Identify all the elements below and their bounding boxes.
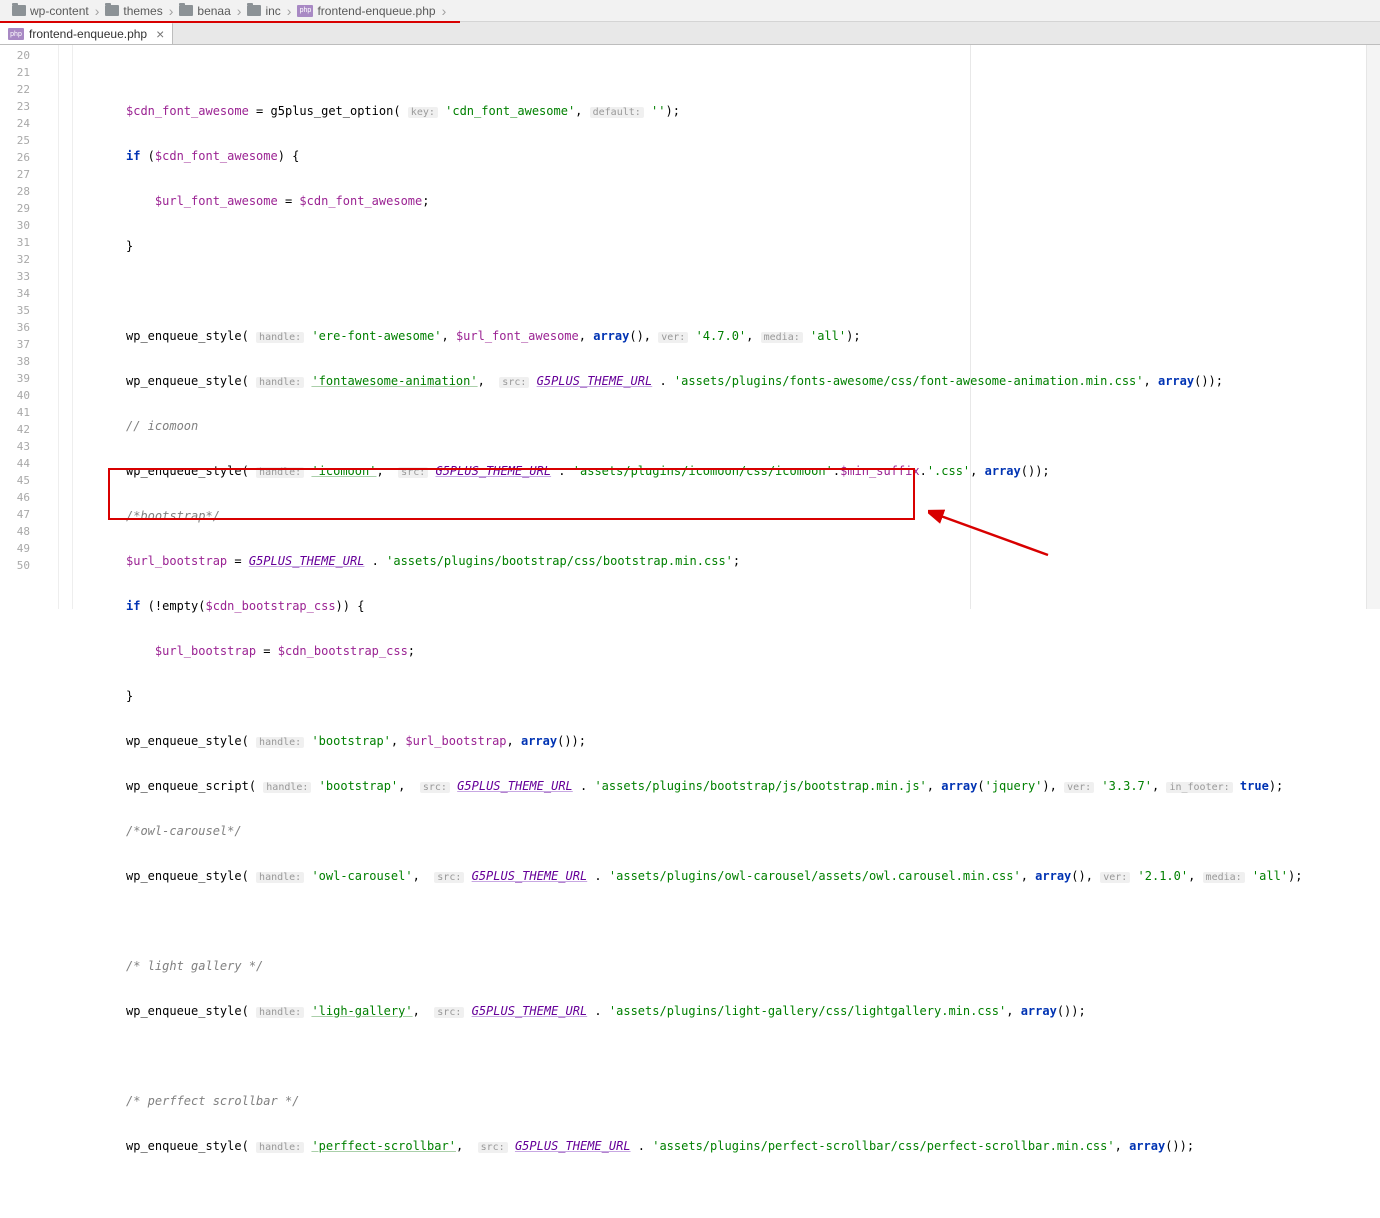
folder-icon (179, 5, 193, 16)
line-number: 47 (0, 506, 44, 523)
line-number: 46 (0, 489, 44, 506)
right-margin-ruler (970, 45, 971, 609)
marker-strip (1366, 45, 1380, 609)
line-number: 45 (0, 472, 44, 489)
line-number: 38 (0, 353, 44, 370)
breadcrumb-item-themes[interactable]: themes (101, 4, 166, 18)
line-number: 21 (0, 64, 44, 81)
line-number: 26 (0, 149, 44, 166)
chevron-right-icon: › (287, 3, 292, 19)
php-file-icon: php (8, 28, 24, 40)
line-number: 25 (0, 132, 44, 149)
line-number: 24 (0, 115, 44, 132)
breadcrumb-item-inc[interactable]: inc (243, 4, 284, 18)
breadcrumb-label: wp-content (30, 4, 89, 18)
breadcrumb-item-benaa[interactable]: benaa (175, 4, 234, 18)
line-number: 37 (0, 336, 44, 353)
line-number: 36 (0, 319, 44, 336)
line-number: 41 (0, 404, 44, 421)
line-number: 32 (0, 251, 44, 268)
line-number: 50 (0, 557, 44, 574)
chevron-right-icon: › (169, 3, 174, 19)
fold-strip (44, 45, 58, 609)
breadcrumb-item-wp-content[interactable]: wp-content (8, 4, 93, 18)
line-number: 34 (0, 285, 44, 302)
line-number: 22 (0, 81, 44, 98)
line-number: 30 (0, 217, 44, 234)
breadcrumb: wp-content › themes › benaa › inc › phpf… (0, 0, 1380, 22)
line-number: 28 (0, 183, 44, 200)
tab-bar: php frontend-enqueue.php × (0, 22, 1380, 45)
line-number: 27 (0, 166, 44, 183)
line-number: 29 (0, 200, 44, 217)
tab-frontend-enqueue[interactable]: php frontend-enqueue.php × (0, 22, 173, 44)
chevron-right-icon: › (237, 3, 242, 19)
breadcrumb-label: inc (265, 4, 280, 18)
line-number: 42 (0, 421, 44, 438)
php-file-icon: php (297, 5, 313, 17)
breadcrumb-label: frontend-enqueue.php (317, 4, 435, 18)
line-number: 48 (0, 523, 44, 540)
folder-icon (247, 5, 261, 16)
folder-icon (12, 5, 26, 16)
gutter: 2021222324252627282930313233343536373839… (0, 45, 44, 609)
line-number: 35 (0, 302, 44, 319)
line-number: 23 (0, 98, 44, 115)
line-number: 40 (0, 387, 44, 404)
line-number: 49 (0, 540, 44, 557)
line-number: 33 (0, 268, 44, 285)
breadcrumb-label: themes (123, 4, 162, 18)
breadcrumb-label: benaa (197, 4, 230, 18)
chevron-right-icon: › (95, 3, 100, 19)
close-icon[interactable]: × (156, 27, 164, 41)
editor: 2021222324252627282930313233343536373839… (0, 45, 1380, 609)
breadcrumb-item-file[interactable]: php frontend-enqueue.php (293, 4, 439, 18)
annotation-underline (0, 21, 460, 23)
folder-icon (105, 5, 119, 16)
line-number: 44 (0, 455, 44, 472)
tab-label: frontend-enqueue.php (29, 27, 147, 41)
line-number: 20 (0, 47, 44, 64)
chevron-right-icon: › (442, 3, 447, 19)
code-area[interactable]: $cdn_font_awesome = g5plus_get_option( k… (58, 45, 1366, 609)
line-number: 39 (0, 370, 44, 387)
line-number: 43 (0, 438, 44, 455)
line-number: 31 (0, 234, 44, 251)
